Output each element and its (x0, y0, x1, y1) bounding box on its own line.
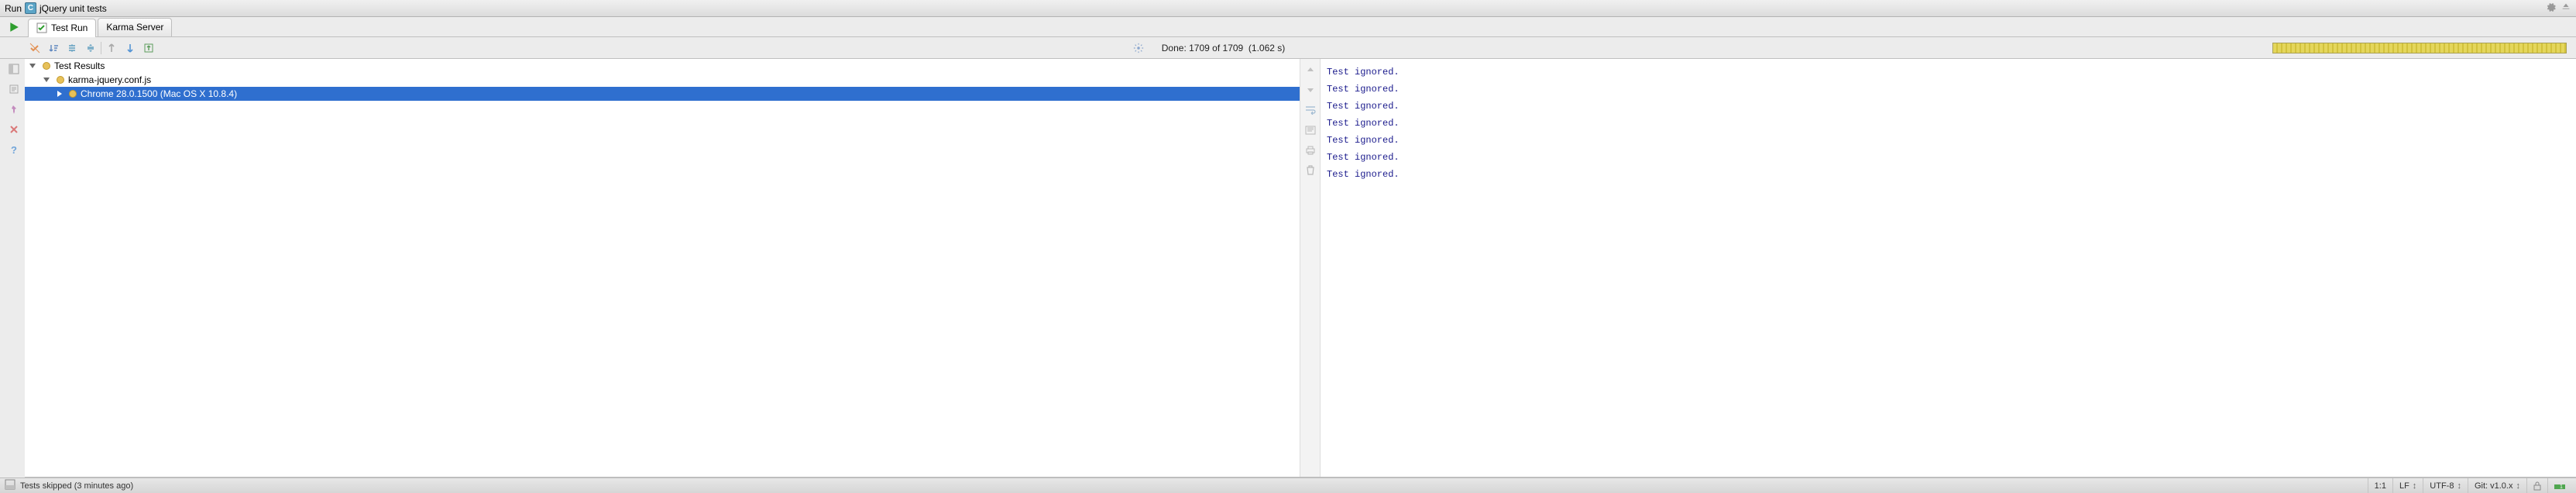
svg-text:1: 1 (2560, 484, 2563, 490)
console-line: Test ignored. (1327, 64, 2570, 81)
test-settings-icon[interactable] (1132, 42, 1145, 54)
soft-wrap-icon[interactable] (1304, 104, 1317, 116)
caret-position[interactable]: 1:1 (2368, 478, 2392, 493)
test-run-icon (36, 22, 47, 33)
tree-label: Chrome 28.0.1500 (Mac OS X 10.8.4) (81, 88, 237, 99)
console-line: Test ignored. (1327, 132, 2570, 149)
line-separator[interactable]: LF↕ (2392, 478, 2423, 493)
test-toolbar: Done: 1709 of 1709 (1.062 s) (0, 37, 2576, 59)
status-dot-icon (43, 62, 50, 70)
scroll-down-icon[interactable] (1304, 84, 1317, 96)
tree-label: karma-jquery.conf.js (68, 74, 151, 85)
scroll-up-icon[interactable] (1304, 64, 1317, 76)
console-line: Test ignored. (1327, 149, 2570, 166)
test-tree[interactable]: Test Results karma-jquery.conf.js Chrome… (25, 59, 1300, 477)
tool-window-titlebar: Run C jQuery unit tests (0, 0, 2576, 17)
console-line: Test ignored. (1327, 81, 2570, 98)
console-line: Test ignored. (1327, 98, 2570, 115)
progress-fill (2273, 43, 2566, 53)
toggle-layout-icon[interactable] (7, 62, 21, 76)
chevron-down-icon[interactable] (43, 78, 50, 82)
status-dot-icon (57, 76, 64, 84)
tree-conf[interactable]: karma-jquery.conf.js (25, 73, 1300, 87)
status-icon (5, 479, 15, 492)
prev-failed-icon[interactable] (105, 41, 118, 55)
scroll-to-end-icon[interactable] (1304, 124, 1317, 136)
inspections-icon[interactable]: 1 (2547, 478, 2571, 493)
rerun-button[interactable] (5, 18, 23, 36)
tree-label: Test Results (54, 60, 105, 71)
file-encoding[interactable]: UTF-8↕ (2423, 478, 2468, 493)
status-bar: Tests skipped (3 minutes ago) 1:1 LF↕ UT… (0, 477, 2576, 493)
main-area: Test Results karma-jquery.conf.js Chrome… (25, 59, 2576, 477)
collapse-all-icon[interactable] (84, 41, 98, 55)
expand-all-icon[interactable] (65, 41, 79, 55)
print-icon[interactable] (1304, 144, 1317, 157)
hide-passed-icon[interactable] (28, 41, 42, 55)
tree-browser[interactable]: Chrome 28.0.1500 (Mac OS X 10.8.4) (25, 87, 1300, 101)
test-status-text: Done: 1709 of 1709 (1.062 s) (1162, 43, 1286, 53)
history-icon[interactable] (7, 82, 21, 96)
tab-test-run[interactable]: Test Run (28, 19, 96, 37)
tab-label: Karma Server (106, 22, 163, 33)
gear-icon[interactable] (2545, 2, 2556, 15)
run-config-icon: C (25, 2, 36, 14)
git-branch[interactable]: Git: v1.0.x↕ (2468, 478, 2526, 493)
tab-label: Test Run (51, 22, 88, 33)
svg-text:?: ? (11, 144, 17, 155)
status-dot-icon (69, 90, 77, 98)
title-prefix: Run (5, 3, 22, 14)
progress-bar (2272, 43, 2567, 53)
help-icon[interactable]: ? (7, 143, 21, 157)
close-icon[interactable] (7, 122, 21, 136)
console-toolbar (1300, 59, 1321, 477)
tabs-row: Test Run Karma Server (0, 17, 2576, 37)
chevron-down-icon[interactable] (29, 64, 36, 68)
tab-karma-server[interactable]: Karma Server (98, 18, 172, 36)
console-line: Test ignored. (1327, 166, 2570, 183)
pin-icon[interactable] (7, 102, 21, 116)
status-message: Tests skipped (3 minutes ago) (20, 481, 133, 491)
console-line: Test ignored. (1327, 115, 2570, 132)
trash-icon[interactable] (1304, 164, 1317, 177)
console-output[interactable]: Test ignored. Test ignored. Test ignored… (1321, 59, 2576, 477)
sort-icon[interactable] (46, 41, 60, 55)
lock-icon[interactable] (2526, 478, 2547, 493)
next-failed-icon[interactable] (123, 41, 137, 55)
title-config-name: jQuery unit tests (39, 3, 107, 14)
chevron-right-icon[interactable] (57, 91, 62, 97)
hide-icon[interactable] (2561, 2, 2571, 15)
tree-root[interactable]: Test Results (25, 59, 1300, 73)
export-icon[interactable] (142, 41, 156, 55)
